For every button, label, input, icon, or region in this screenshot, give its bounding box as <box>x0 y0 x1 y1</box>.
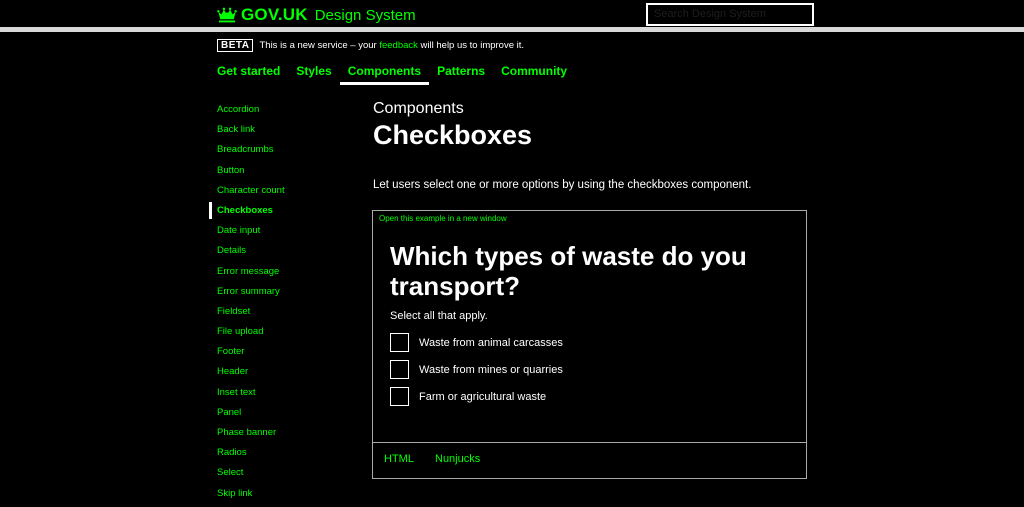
sidebar-item-error-summary[interactable]: Error summary <box>217 285 357 305</box>
sidebar-item-details[interactable]: Details <box>217 244 357 264</box>
checkbox-input[interactable] <box>390 387 409 406</box>
example-frame: Open this example in a new window Which … <box>372 210 807 443</box>
nav-patterns[interactable]: Patterns <box>437 61 485 83</box>
site-header: GOV.UK Design System <box>0 0 1024 27</box>
tab-nunjucks[interactable]: Nunjucks <box>435 453 480 465</box>
nav-get-started[interactable]: Get started <box>217 61 280 83</box>
checkbox-option[interactable]: Waste from animal carcasses <box>390 333 563 352</box>
main-navigation: Get started Styles Components Patterns C… <box>217 61 583 85</box>
crown-icon <box>217 7 237 23</box>
checkbox-label: Waste from mines or quarries <box>419 363 563 376</box>
sidebar-item-date-input[interactable]: Date input <box>217 224 357 244</box>
sidebar-item-footer[interactable]: Footer <box>217 345 357 365</box>
checkbox-option[interactable]: Waste from mines or quarries <box>390 360 563 379</box>
open-example-link[interactable]: Open this example in a new window <box>379 214 507 223</box>
sidebar-item-radios[interactable]: Radios <box>217 446 357 466</box>
checkbox-label: Farm or agricultural waste <box>419 390 547 403</box>
sidebar-item-inset-text[interactable]: Inset text <box>217 386 357 406</box>
checkbox-label: Waste from animal carcasses <box>419 336 563 349</box>
code-tabs: HTML Nunjucks <box>372 442 807 479</box>
nav-community[interactable]: Community <box>501 61 567 83</box>
sidebar-item-skip-link[interactable]: Skip link <box>217 487 357 507</box>
search-input[interactable] <box>646 3 814 26</box>
product-name: Design System <box>314 6 416 24</box>
sidebar-item-panel[interactable]: Panel <box>217 406 357 426</box>
feedback-link[interactable]: feedback <box>379 40 418 51</box>
hint-text: Select all that apply. <box>390 310 488 322</box>
sidebar-item-checkboxes[interactable]: Checkboxes <box>209 201 357 224</box>
sidebar-item-character-count[interactable]: Character count <box>217 184 357 204</box>
sidebar-item-phase-banner[interactable]: Phase banner <box>217 426 357 446</box>
lead-paragraph: Let users select one or more options by … <box>373 179 752 191</box>
govuk-logo-link[interactable]: GOV.UK Design System <box>217 5 416 25</box>
sidebar-item-header[interactable]: Header <box>217 365 357 385</box>
page-title: Checkboxes <box>373 120 533 150</box>
page-caption: Components <box>373 100 464 117</box>
sidebar-item-file-upload[interactable]: File upload <box>217 325 357 345</box>
header-divider <box>0 27 1024 32</box>
checkbox-option[interactable]: Farm or agricultural waste <box>390 387 546 406</box>
beta-tag: BETA <box>217 39 254 52</box>
checkbox-input[interactable] <box>390 360 409 379</box>
question-heading: Which types of waste do you transport? <box>390 241 747 301</box>
tab-html[interactable]: HTML <box>384 453 414 465</box>
phase-banner: BETA This is a new service – your feedba… <box>217 39 524 52</box>
nav-components[interactable]: Components <box>339 61 430 85</box>
sidebar-item-back-link[interactable]: Back link <box>217 123 357 143</box>
sidebar-item-accordion[interactable]: Accordion <box>217 103 357 123</box>
sidebar-item-breadcrumbs[interactable]: Breadcrumbs <box>217 143 357 163</box>
logo-text: GOV.UK <box>241 5 308 24</box>
checkbox-input[interactable] <box>390 333 409 352</box>
sidebar-navigation: Accordion Back link Breadcrumbs Button C… <box>209 103 357 507</box>
sidebar-item-fieldset[interactable]: Fieldset <box>217 305 357 325</box>
sidebar-item-button[interactable]: Button <box>217 164 357 184</box>
sidebar-item-select[interactable]: Select <box>217 466 357 486</box>
sidebar-item-error-message[interactable]: Error message <box>217 265 357 285</box>
nav-styles[interactable]: Styles <box>296 61 331 83</box>
phase-banner-text: This is a new service – your feedback wi… <box>259 40 525 51</box>
